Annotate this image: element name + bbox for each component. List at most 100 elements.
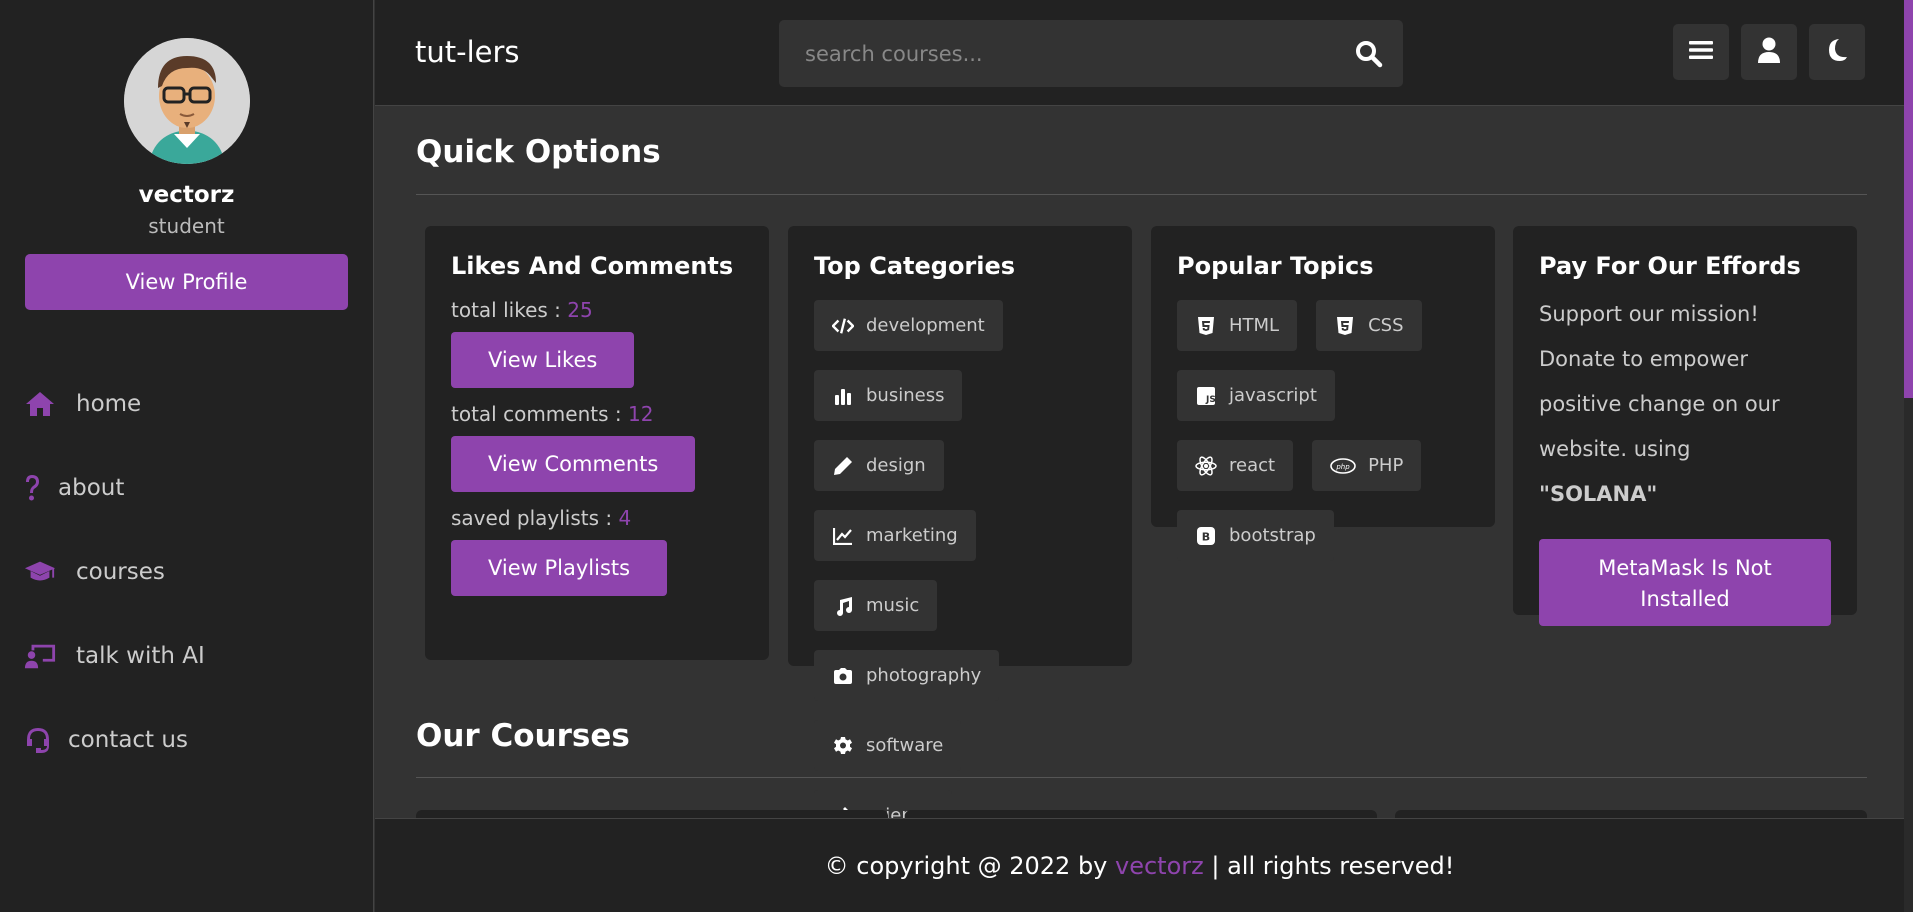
bootstrap-icon: B (1195, 525, 1217, 547)
tag-label: CSS (1368, 315, 1404, 336)
sidebar-item-talk-with-ai[interactable]: talk with AI (0, 614, 373, 698)
footer-brand-link[interactable]: vectorz (1115, 852, 1204, 880)
stat-label: total comments : (451, 402, 628, 426)
button-line: MetaMask Is Not (1598, 556, 1772, 580)
tag-label: software (866, 735, 944, 756)
footer-suffix: | all rights reserved! (1203, 852, 1455, 880)
card-title: Pay For Our Effords (1539, 252, 1801, 280)
topic-tag-react[interactable]: react (1177, 440, 1294, 491)
sidebar-item-label: contact us (68, 727, 188, 753)
search-icon[interactable] (1355, 40, 1383, 68)
donate-message: Support our mission! Donate to empower p… (1539, 302, 1780, 461)
stat-label: total likes : (451, 298, 568, 322)
category-tag-software[interactable]: software (814, 720, 962, 771)
tag-label: HTML (1229, 315, 1280, 336)
sidebar-item-home[interactable]: home (0, 362, 373, 446)
topic-tags: HTML CSS JS javascript react php PHP B b… (1177, 300, 1469, 561)
cog-icon (832, 735, 854, 757)
stat-label: saved playlists : (451, 506, 619, 530)
svg-text:php: php (1335, 463, 1350, 471)
total-comments: total comments : 12 (451, 402, 743, 426)
headset-icon (24, 724, 52, 756)
moon-icon (1826, 38, 1848, 66)
topic-tag-bootstrap[interactable]: B bootstrap (1177, 510, 1334, 561)
view-comments-button[interactable]: View Comments (451, 436, 696, 492)
category-tag-marketing[interactable]: marketing (814, 510, 976, 561)
stat-value: 25 (567, 298, 593, 322)
category-tags: development business design marketing mu… (814, 300, 1106, 818)
react-icon (1195, 455, 1217, 477)
tag-label: marketing (866, 525, 958, 546)
sidebar-item-label: talk with AI (76, 643, 205, 669)
category-tag-business[interactable]: business (814, 370, 963, 421)
sidebar: vectorz student View Profile home about … (0, 0, 374, 912)
course-card[interactable] (905, 810, 1377, 818)
course-card[interactable] (1395, 810, 1867, 818)
sidebar-item-label: courses (76, 559, 165, 585)
sidebar-item-about[interactable]: about (0, 446, 373, 530)
tag-label: bootstrap (1229, 525, 1316, 546)
menu-button[interactable] (1673, 24, 1729, 80)
topic-tag-javascript[interactable]: JS javascript (1177, 370, 1335, 421)
tag-label: photography (866, 665, 982, 686)
total-likes: total likes : 25 (451, 298, 743, 322)
course-card[interactable] (416, 810, 888, 818)
topic-tag-php[interactable]: php PHP (1312, 440, 1422, 491)
footer: © copyright @ 2022 by vectorz | all righ… (375, 818, 1904, 912)
view-profile-button[interactable]: View Profile (25, 254, 348, 310)
our-courses-title: Our Courses (416, 718, 630, 754)
view-playlists-button[interactable]: View Playlists (451, 540, 668, 596)
camera-icon (832, 665, 854, 687)
saved-playlists: saved playlists : 4 (451, 506, 743, 530)
metamask-button[interactable]: MetaMask Is Not Installed (1539, 539, 1831, 626)
topic-tag-html[interactable]: HTML (1177, 300, 1298, 351)
music-icon (832, 595, 854, 617)
sidebar-item-courses[interactable]: courses (0, 530, 373, 614)
donate-text: Support our mission! Donate to empower p… (1539, 292, 1831, 517)
chart-line-icon (832, 525, 854, 547)
user-icon (1758, 37, 1780, 67)
scrollbar[interactable] (1904, 0, 1913, 912)
header: tut-lers (375, 0, 1904, 106)
theme-toggle-button[interactable] (1809, 24, 1865, 80)
tag-label: development (866, 315, 985, 336)
tag-label: PHP (1368, 455, 1404, 476)
footer-prefix: © copyright @ 2022 by (824, 852, 1116, 880)
top-categories-card: Top Categories development business desi… (788, 226, 1132, 818)
category-tag-music[interactable]: music (814, 580, 938, 631)
scrollbar-thumb[interactable] (1904, 0, 1913, 398)
question-icon (22, 472, 42, 504)
quick-options-title: Quick Options (416, 134, 661, 170)
search-form (779, 20, 1403, 87)
view-likes-button[interactable]: View Likes (451, 332, 635, 388)
home-icon (24, 388, 56, 420)
sidebar-item-contact-us[interactable]: contact us (0, 698, 373, 782)
logo[interactable]: tut-lers (415, 35, 520, 69)
card-title: Popular Topics (1177, 252, 1374, 280)
tag-label: javascript (1229, 385, 1317, 406)
tag-label: design (866, 455, 926, 476)
js-icon: JS (1195, 385, 1217, 407)
html5-icon (1195, 315, 1217, 337)
search-input[interactable] (779, 20, 1339, 87)
divider (416, 777, 1867, 778)
category-tag-design[interactable]: design (814, 440, 944, 491)
sidebar-item-label: home (76, 391, 142, 417)
avatar (123, 38, 250, 164)
svg-text:B: B (1202, 530, 1210, 543)
code-icon (832, 315, 854, 337)
sidebar-item-label: about (58, 475, 125, 501)
donate-card: Pay For Our Effords Support our mission!… (1513, 226, 1857, 626)
button-line: Installed (1640, 587, 1730, 611)
tag-label: music (866, 595, 920, 616)
user-button[interactable] (1741, 24, 1797, 80)
category-tag-development[interactable]: development (814, 300, 1003, 351)
stat-value: 4 (618, 506, 632, 530)
tag-label: business (866, 385, 945, 406)
category-tag-photography[interactable]: photography (814, 650, 1000, 701)
tag-label: react (1229, 455, 1276, 476)
popular-topics-card: Popular Topics HTML CSS JS javascript re… (1151, 226, 1495, 561)
topic-tag-css[interactable]: CSS (1316, 300, 1422, 351)
donate-highlight: "SOLANA" (1539, 482, 1658, 506)
card-title: Likes And Comments (451, 252, 734, 280)
